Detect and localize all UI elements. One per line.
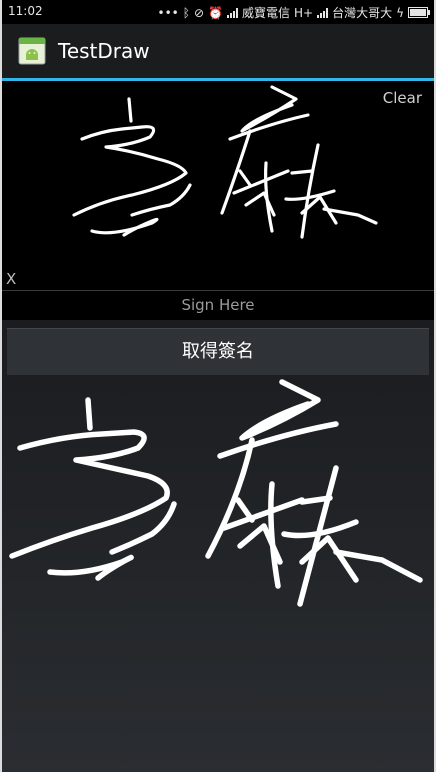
app-title: TestDraw: [58, 39, 150, 63]
signature-x-mark: X: [6, 270, 17, 288]
network-type: H+: [293, 5, 314, 20]
signature-preview-image: [9, 379, 423, 607]
alarm-icon: ⏰: [208, 5, 223, 20]
clear-button[interactable]: Clear: [383, 89, 422, 107]
sign-here-label: Sign Here: [181, 296, 255, 314]
carrier-2: 台灣大哥大: [332, 6, 393, 20]
mute-icon: ⊘: [193, 5, 205, 20]
dots-icon: •••: [157, 5, 179, 20]
app-icon: [18, 37, 46, 65]
charging-icon: ϟ: [396, 5, 404, 20]
status-time: 11:02: [8, 4, 43, 18]
carrier-1: 威寶電信: [241, 6, 290, 20]
signal-icon: [226, 7, 238, 18]
signature-pad[interactable]: Clear X: [2, 81, 434, 290]
action-bar: TestDraw: [2, 24, 434, 81]
phone-screen: 11:02 ••• ᛒ ⊘ ⏰ 威寶電信 H+ 台灣大哥大 ϟ TestDraw: [2, 0, 434, 772]
result-area: 取得簽名: [2, 320, 434, 772]
bluetooth-icon: ᛒ: [182, 5, 190, 20]
battery-icon: [408, 7, 430, 18]
signature-line: [2, 290, 434, 291]
signature-strokes: [72, 85, 378, 239]
signal-icon: [317, 7, 329, 18]
status-bar: 11:02 ••• ᛒ ⊘ ⏰ 威寶電信 H+ 台灣大哥大 ϟ: [2, 0, 434, 24]
status-icons: ••• ᛒ ⊘ ⏰ 威寶電信 H+ 台灣大哥大 ϟ: [157, 4, 430, 21]
get-signature-button[interactable]: 取得簽名: [7, 328, 429, 376]
